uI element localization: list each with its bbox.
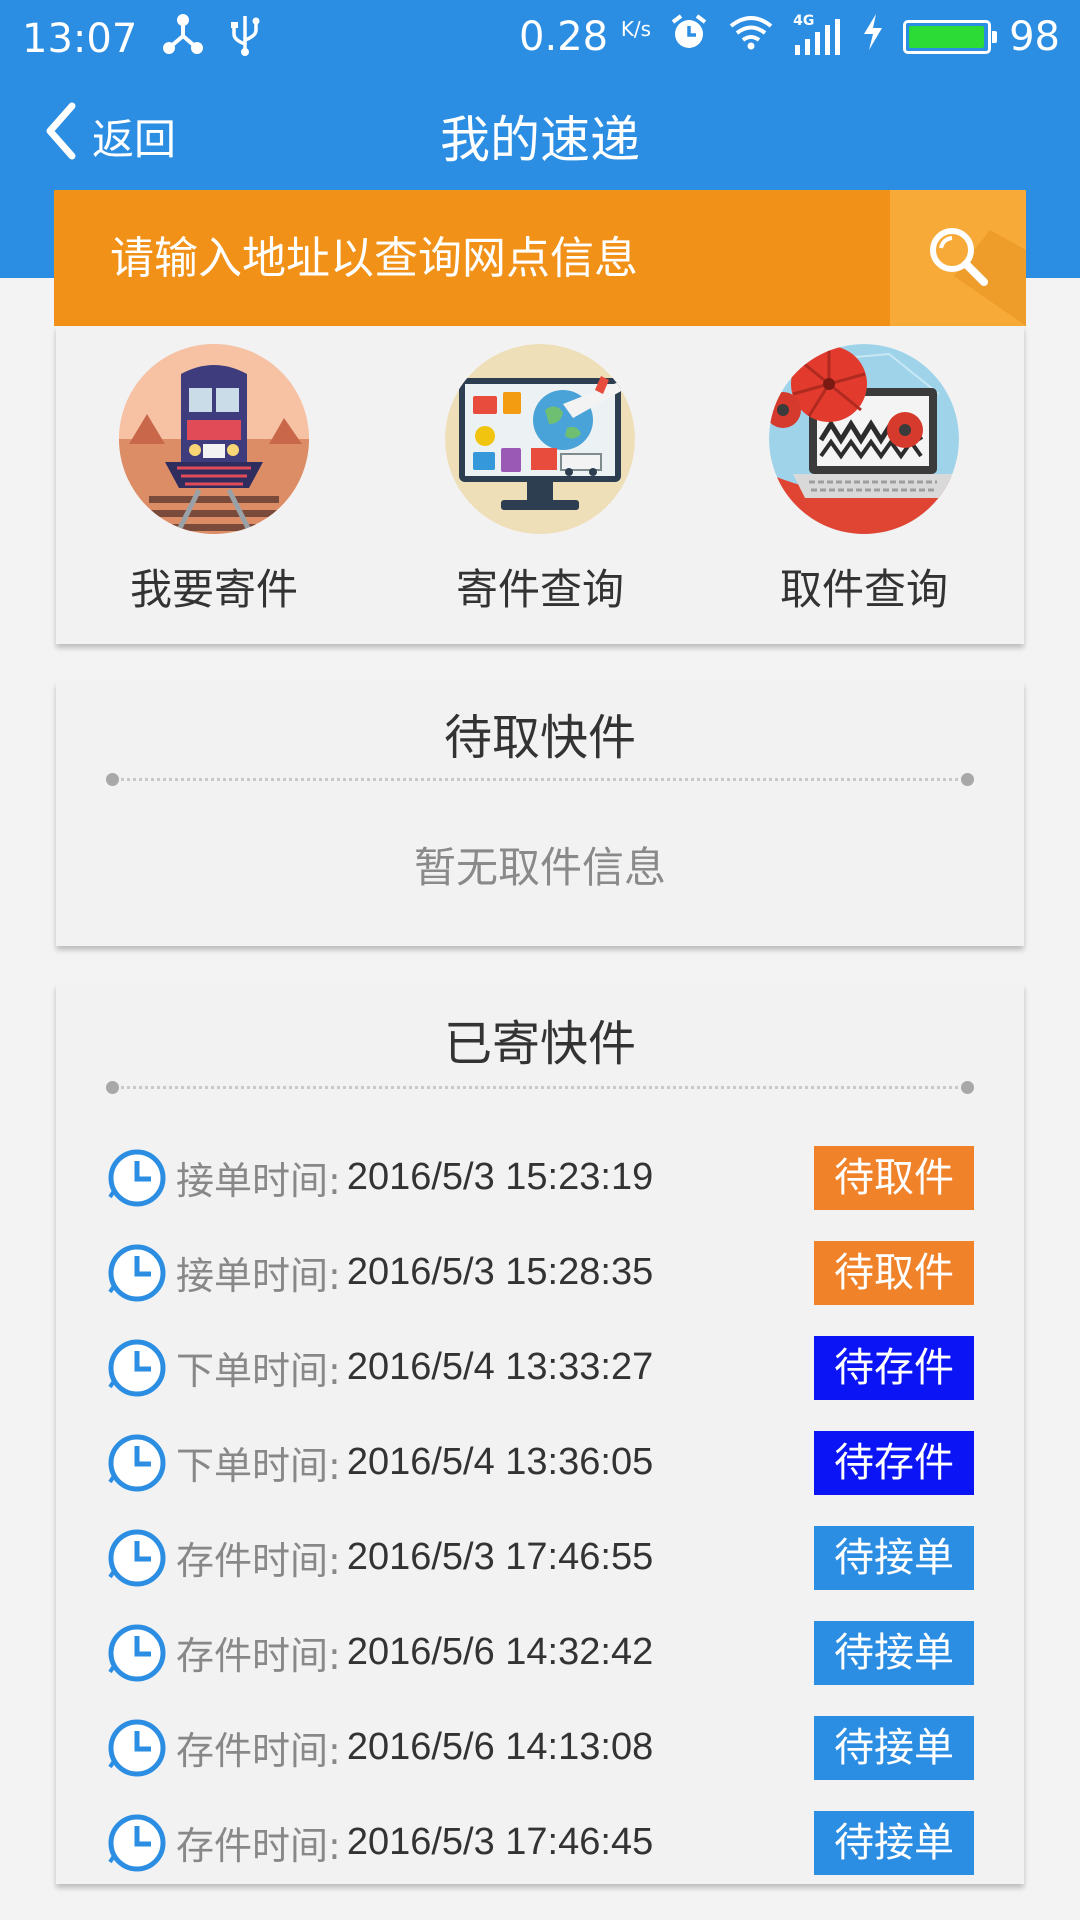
battery-icon <box>903 20 998 54</box>
clock-icon <box>106 1717 168 1779</box>
pending-card: 待取快件 暂无取件信息 <box>56 682 1024 946</box>
clock-icon <box>106 1337 168 1399</box>
status-badge[interactable]: 待接单 <box>814 1715 974 1780</box>
row-time: 2016/5/3 17:46:45 <box>346 1821 654 1863</box>
laptop-icon <box>769 344 959 534</box>
send-package-label: 我要寄件 <box>129 565 298 614</box>
battery-fill <box>909 26 984 48</box>
row-label: 接单时间: <box>176 1254 341 1298</box>
status-badge[interactable]: 待接单 <box>814 1810 974 1875</box>
sent-query-button[interactable]: 寄件查询 <box>420 344 660 617</box>
sent-list: 接单时间: 2016/5/3 15:23:19 待取件 接单时间: 2016/5… <box>106 1130 974 1890</box>
wifi-icon <box>727 12 775 62</box>
clock-icon <box>106 1812 168 1874</box>
row-time: 2016/5/6 14:32:42 <box>346 1631 654 1673</box>
share-icon <box>163 14 204 64</box>
top-bar: 返回 我的速递 <box>0 80 1080 190</box>
search-bar <box>54 190 1026 326</box>
row-time: 2016/5/3 15:23:19 <box>346 1156 654 1198</box>
list-item[interactable]: 下单时间: 2016/5/4 13:33:27 待存件 <box>106 1320 974 1415</box>
status-badge[interactable]: 待存件 <box>814 1335 974 1400</box>
battery-level: 98 <box>1009 14 1060 60</box>
status-badge[interactable]: 待接单 <box>814 1620 974 1685</box>
shipping-monitor-icon <box>445 344 635 534</box>
train-icon <box>119 344 309 534</box>
charging-icon <box>861 12 885 62</box>
status-badge[interactable]: 待取件 <box>814 1240 974 1305</box>
list-item[interactable]: 接单时间: 2016/5/3 15:23:19 待取件 <box>106 1130 974 1225</box>
send-package-button[interactable]: 我要寄件 <box>94 344 334 617</box>
sent-divider <box>106 1081 974 1094</box>
row-label: 存件时间: <box>176 1729 341 1773</box>
network-speed-unit: K/s <box>620 17 652 41</box>
chevron-left-icon <box>42 100 78 172</box>
status-badge[interactable]: 待接单 <box>814 1525 974 1590</box>
row-time: 2016/5/4 13:36:05 <box>346 1441 654 1483</box>
pending-empty-text: 暂无取件信息 <box>413 843 666 892</box>
list-item[interactable]: 存件时间: 2016/5/6 14:32:42 待接单 <box>106 1605 974 1700</box>
status-badge[interactable]: 待存件 <box>814 1430 974 1495</box>
signal-icon: 4G <box>793 13 843 57</box>
search-input[interactable] <box>54 190 890 326</box>
sent-query-label: 寄件查询 <box>455 565 624 614</box>
sent-card: 已寄快件 接单时间: 2016/5/3 15:23:19 待取件 接单时间: 2… <box>56 984 1024 1884</box>
clock-icon <box>106 1622 168 1684</box>
back-button[interactable]: 返回 <box>42 100 176 172</box>
row-time: 2016/5/4 13:33:27 <box>346 1346 654 1388</box>
network-speed: 0.28 <box>519 14 609 60</box>
sent-title: 已寄快件 <box>443 1016 636 1072</box>
list-item[interactable]: 存件时间: 2016/5/3 17:46:45 待接单 <box>106 1795 974 1890</box>
row-label: 存件时间: <box>176 1634 341 1678</box>
pending-divider <box>106 773 974 786</box>
row-label: 存件时间: <box>176 1824 341 1868</box>
row-time: 2016/5/3 17:46:55 <box>346 1536 654 1578</box>
pickup-query-button[interactable]: 取件查询 <box>744 344 984 617</box>
list-item[interactable]: 接单时间: 2016/5/3 15:28:35 待取件 <box>106 1225 974 1320</box>
usb-icon <box>229 12 261 66</box>
pending-title: 待取快件 <box>443 710 636 766</box>
clock-icon <box>106 1242 168 1304</box>
search-button[interactable] <box>890 190 1026 326</box>
status-time: 13:07 <box>22 16 138 62</box>
list-item[interactable]: 存件时间: 2016/5/3 17:46:55 待接单 <box>106 1510 974 1605</box>
status-badge[interactable]: 待取件 <box>814 1145 974 1210</box>
row-label: 接单时间: <box>176 1159 341 1203</box>
row-time: 2016/5/3 15:28:35 <box>346 1251 654 1293</box>
clock-icon <box>106 1527 168 1589</box>
row-label: 下单时间: <box>176 1444 341 1488</box>
status-bar: 13:07 0.28 K/s 4G 98 <box>0 0 1080 76</box>
clock-icon <box>106 1432 168 1494</box>
row-time: 2016/5/6 14:13:08 <box>346 1726 654 1768</box>
row-label: 下单时间: <box>176 1349 341 1393</box>
search-icon <box>926 224 990 292</box>
list-item[interactable]: 下单时间: 2016/5/4 13:36:05 待存件 <box>106 1415 974 1510</box>
quick-actions-card: 我要寄件 寄件查询 取件查询 <box>56 326 1024 644</box>
row-label: 存件时间: <box>176 1539 341 1583</box>
clock-icon <box>106 1147 168 1209</box>
alarm-icon <box>669 12 709 62</box>
back-label: 返回 <box>92 114 177 164</box>
pickup-query-label: 取件查询 <box>779 565 948 614</box>
list-item[interactable]: 存件时间: 2016/5/6 14:13:08 待接单 <box>106 1700 974 1795</box>
